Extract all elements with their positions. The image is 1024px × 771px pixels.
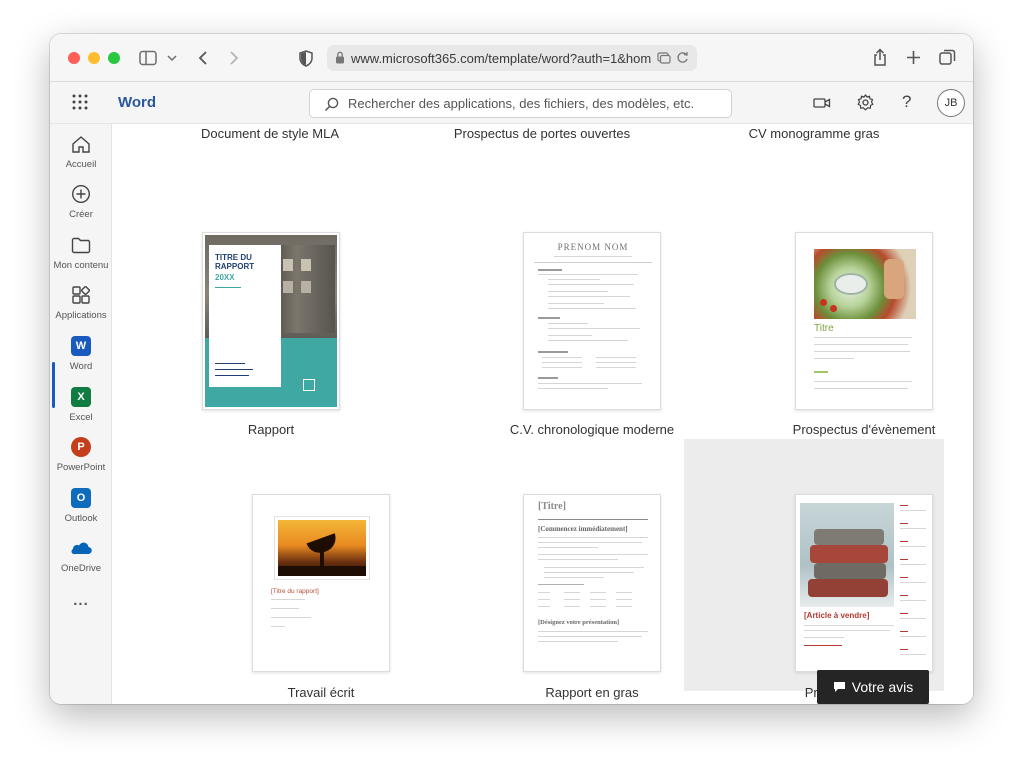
close-window-button[interactable] [68, 52, 80, 64]
cv-name: PRENOM NOM [557, 242, 629, 252]
app-name[interactable]: Word [118, 94, 156, 111]
books-photo [800, 503, 894, 607]
feedback-button[interactable]: Votre avis [817, 670, 929, 704]
search-placeholder: Rechercher des applications, des fichier… [348, 96, 695, 111]
meet-now-icon[interactable] [813, 96, 831, 115]
browser-toolbar: www.microsoft365.com/template/word?auth=… [50, 34, 973, 82]
template-label[interactable]: CV monogramme gras [714, 126, 914, 141]
rail-label: Accueil [65, 159, 97, 170]
report-cover-image: TITRE DU RAPPORT 20XX [205, 235, 337, 407]
rail-label: Applications [55, 310, 107, 321]
rail-label: PowerPoint [56, 462, 106, 473]
sidebar-toggle-icon[interactable] [138, 48, 158, 68]
rail-item-word[interactable]: W Word [50, 334, 112, 380]
template-card-travail-ecrit[interactable]: [Titre du rapport] [252, 494, 390, 672]
apps-icon [70, 284, 92, 306]
report-title-placeholder: [Titre du rapport] [271, 588, 319, 595]
template-label[interactable]: Rapport [161, 422, 381, 437]
gear-icon[interactable] [857, 94, 874, 116]
browser-window: www.microsoft365.com/template/word?auth=… [50, 34, 973, 704]
rail-item-mon-contenu[interactable]: Mon contenu [50, 233, 112, 279]
plus-circle-icon [70, 183, 92, 205]
rail-label: Word [69, 361, 93, 372]
feedback-label: Votre avis [851, 679, 914, 695]
template-card-cv[interactable]: PRENOM NOM [523, 232, 661, 410]
rail-label: Outlook [64, 513, 98, 524]
rail-item-excel[interactable]: X Excel [50, 385, 112, 431]
satellite-dish-photo [275, 517, 369, 579]
app-launcher-icon[interactable] [72, 94, 90, 112]
chat-bubble-icon [833, 681, 846, 693]
tab-overview-icon[interactable] [657, 51, 671, 67]
rail-item-creer[interactable]: Créer [50, 182, 112, 228]
event-title: Titre [814, 323, 834, 334]
rail-label: Créer [69, 209, 93, 220]
back-icon[interactable] [193, 48, 213, 68]
chevron-down-icon[interactable] [166, 50, 178, 66]
rail-label: Excel [69, 412, 93, 423]
template-card-sales-flyer[interactable]: [Article à vendre] [795, 494, 933, 672]
search-icon [324, 97, 339, 115]
new-tab-icon[interactable] [903, 47, 923, 67]
zoom-window-button[interactable] [108, 52, 120, 64]
sale-item-title: [Article à vendre] [804, 611, 870, 620]
help-icon[interactable]: ? [902, 92, 911, 112]
template-card-rapport-gras[interactable]: [Titre] [Commencez immédiatement] [Désig… [523, 494, 661, 672]
minimize-window-button[interactable] [88, 52, 100, 64]
template-label[interactable]: Document de style MLA [170, 126, 370, 141]
template-card-rapport[interactable]: TITRE DU RAPPORT 20XX [202, 232, 340, 410]
vegetables-photo [814, 249, 916, 319]
folder-icon [70, 234, 92, 256]
app-header: Word Rechercher des applications, des fi… [50, 82, 973, 124]
template-label[interactable]: Prospectus d'évènement [754, 422, 973, 437]
rail-label: Mon contenu [53, 260, 109, 271]
excel-logo-icon: X [71, 387, 91, 407]
more-apps-button[interactable]: ... [50, 592, 112, 609]
url-text: www.microsoft365.com/template/word?auth=… [351, 50, 652, 66]
reload-icon[interactable] [676, 51, 689, 67]
share-icon[interactable] [870, 46, 890, 68]
template-gallery: Document de style MLA Prospectus de port… [112, 124, 973, 704]
home-icon [70, 133, 92, 155]
avatar[interactable]: JB [937, 89, 965, 117]
forward-icon[interactable] [224, 48, 244, 68]
bold-report-title: [Titre] [538, 501, 566, 512]
template-label[interactable]: Rapport en gras [482, 685, 702, 700]
search-input[interactable]: Rechercher des applications, des fichier… [309, 89, 732, 118]
app-rail: Accueil Créer Mon contenu Applications W… [50, 124, 112, 704]
powerpoint-logo-icon: P [71, 437, 91, 457]
bold-report-heading: [Commencez immédiatement] [538, 525, 628, 533]
report-year: 20XX [215, 273, 235, 282]
template-label[interactable]: C.V. chronologique moderne [482, 422, 702, 437]
template-label[interactable]: Prospectus de portes ouvertes [442, 126, 642, 141]
rail-item-applications[interactable]: Applications [50, 283, 112, 329]
onedrive-logo-icon [70, 537, 92, 559]
lock-icon [335, 51, 345, 67]
rail-item-onedrive[interactable]: OneDrive [50, 536, 112, 582]
shield-icon[interactable] [296, 47, 316, 69]
rail-label: OneDrive [60, 563, 102, 574]
report-title: TITRE DU RAPPORT [215, 253, 255, 271]
tab-overview-button-icon[interactable] [937, 47, 957, 67]
rail-item-accueil[interactable]: Accueil [50, 132, 112, 178]
outlook-logo-icon: O [71, 488, 91, 508]
rail-item-outlook[interactable]: O Outlook [50, 486, 112, 532]
word-logo-icon: W [71, 336, 91, 356]
address-bar[interactable]: www.microsoft365.com/template/word?auth=… [327, 45, 697, 71]
bold-report-heading-2: [Désignez votre présentation] [538, 619, 620, 626]
template-card-event-flyer[interactable]: Titre [795, 232, 933, 410]
rail-item-powerpoint[interactable]: P PowerPoint [50, 435, 112, 481]
template-label[interactable]: Travail écrit [211, 685, 431, 700]
